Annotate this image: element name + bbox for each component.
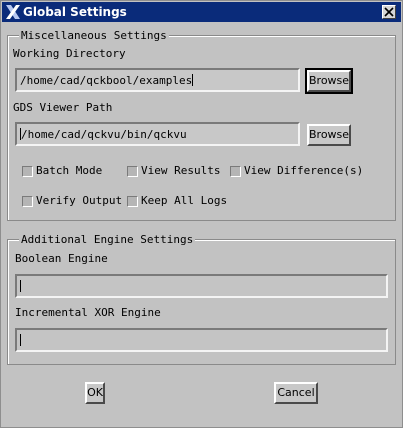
- view-differences-label: View Difference(s): [244, 164, 364, 177]
- boolean-engine-label: Boolean Engine: [15, 252, 108, 265]
- batch-mode-checkbox[interactable]: Batch Mode: [22, 164, 117, 178]
- ok-button[interactable]: OK: [85, 382, 105, 404]
- settings-window: Global Settings Miscellaneous Settings W…: [0, 0, 403, 428]
- keep-all-logs-label: Keep All Logs: [141, 194, 228, 207]
- window-title: Global Settings: [23, 5, 127, 19]
- checkbox-box: [22, 166, 33, 177]
- working-directory-field[interactable]: /home/cad/qckbool/examples: [15, 68, 300, 92]
- keep-all-logs-checkbox[interactable]: Keep All Logs: [127, 194, 227, 208]
- gds-viewer-path-label: GDS Viewer Path: [13, 101, 113, 114]
- engine-settings-title: Additional Engine Settings: [19, 233, 196, 246]
- close-icon: [384, 7, 394, 17]
- checkbox-box: [22, 196, 33, 207]
- misc-settings-title: Miscellaneous Settings: [19, 29, 169, 42]
- working-directory-value: /home/cad/qckbool/examples: [20, 74, 193, 87]
- close-button[interactable]: [382, 5, 396, 19]
- working-directory-browse-button[interactable]: Browse: [305, 68, 353, 94]
- gds-viewer-path-value: /home/cad/qckvu/bin/qckvu: [21, 128, 187, 141]
- checkbox-box: [127, 196, 138, 207]
- text-caret: [20, 280, 21, 292]
- boolean-engine-field[interactable]: [15, 274, 388, 298]
- working-directory-label: Working Directory: [13, 47, 126, 60]
- verify-output-checkbox[interactable]: Verify Output: [22, 194, 122, 208]
- xor-engine-label: Incremental XOR Engine: [15, 306, 161, 319]
- text-caret: [192, 74, 194, 86]
- x-logo-icon: [6, 5, 20, 19]
- verify-output-label: Verify Output: [36, 194, 123, 207]
- view-results-label: View Results: [141, 164, 221, 177]
- view-results-checkbox[interactable]: View Results: [127, 164, 227, 178]
- text-caret: [20, 334, 21, 346]
- gds-viewer-path-field[interactable]: /home/cad/qckvu/bin/qckvu: [15, 122, 300, 146]
- gds-viewer-browse-button[interactable]: Browse: [307, 124, 351, 146]
- title-bar[interactable]: Global Settings: [2, 2, 401, 22]
- batch-mode-label: Batch Mode: [36, 164, 103, 177]
- checkbox-box: [127, 166, 138, 177]
- view-differences-checkbox[interactable]: View Difference(s): [230, 164, 363, 178]
- checkbox-box: [230, 166, 241, 177]
- cancel-button[interactable]: Cancel: [274, 382, 318, 404]
- xor-engine-field[interactable]: [15, 328, 388, 352]
